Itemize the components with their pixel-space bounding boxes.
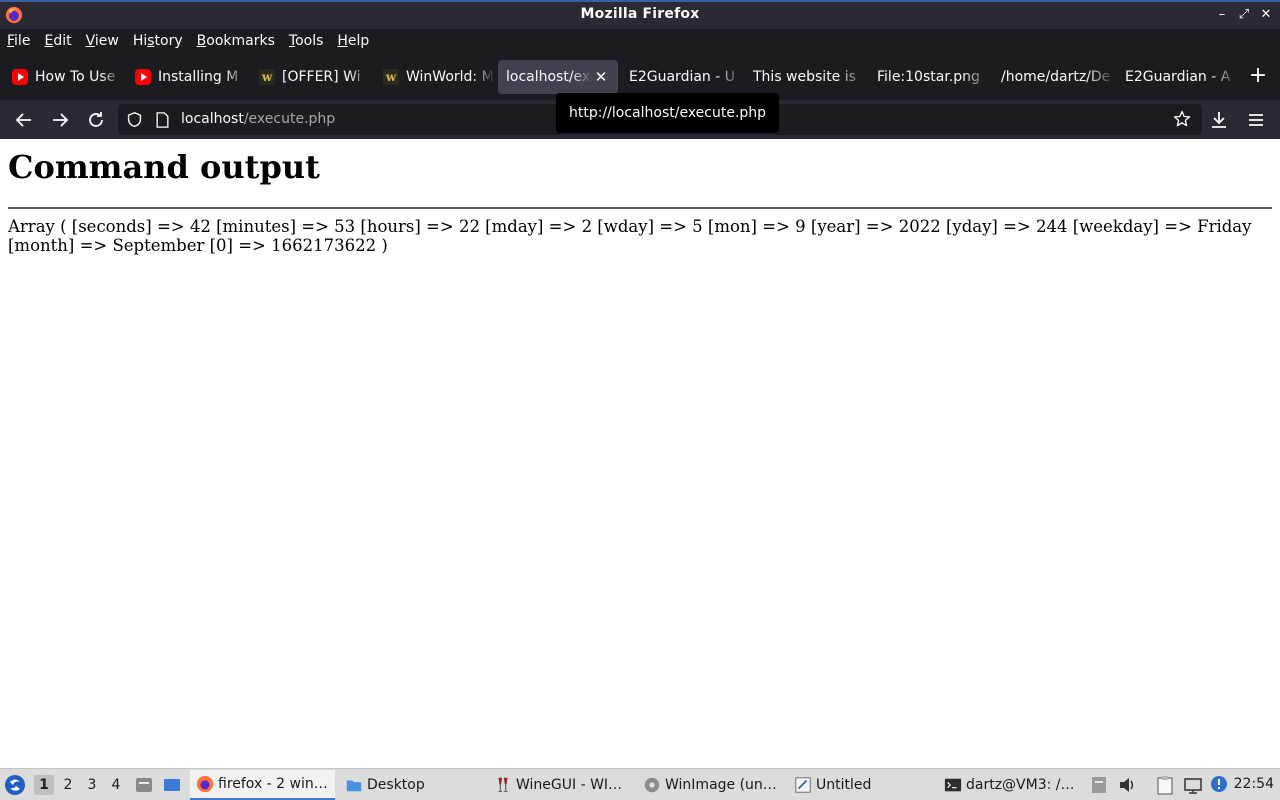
youtube-icon: [12, 69, 28, 85]
wine-icon: [498, 777, 508, 792]
menu-bookmarks[interactable]: Bookmarks: [190, 29, 282, 54]
task-label: firefox - 2 win…: [218, 776, 328, 792]
workspace-4[interactable]: 4: [106, 775, 126, 795]
winimage-icon: [644, 777, 660, 793]
winworld-icon: w: [383, 69, 399, 85]
tab-localhost-execute[interactable]: localhost/exe ✕: [498, 60, 618, 94]
task-winegui[interactable]: WineGUI - WI…: [488, 770, 633, 800]
workspace-1[interactable]: 1: [34, 775, 54, 795]
downloads-icon[interactable]: [1207, 108, 1231, 132]
winworld-icon: w: [259, 69, 275, 85]
tracking-protection-shield-icon[interactable]: [126, 111, 143, 128]
task-terminal[interactable]: dartz@VM3: /…: [938, 770, 1083, 800]
reload-icon[interactable]: [84, 108, 108, 132]
tab-installing[interactable]: Installing M: [125, 60, 247, 94]
task-label: WineGUI - WI…: [516, 777, 623, 793]
taskbar: 1 2 3 4 firefox - 2 win… Desktop WineGUI…: [0, 768, 1280, 800]
workspace-3[interactable]: 3: [82, 775, 102, 795]
show-desktop-icon[interactable]: [162, 775, 182, 795]
tab-this-website[interactable]: This website is: [745, 60, 867, 94]
minimize-button[interactable]: –: [1214, 6, 1230, 24]
task-winimage[interactable]: WinImage (un…: [637, 770, 782, 800]
start-menu-icon[interactable]: [4, 774, 26, 796]
page-content: Command output Array ( [seconds] => 42 […: [0, 139, 1280, 768]
menu-tools[interactable]: Tools: [282, 29, 331, 54]
notes-tray-icon[interactable]: [1091, 776, 1107, 794]
close-tab-icon[interactable]: ✕: [592, 68, 610, 86]
workspace-2[interactable]: 2: [58, 775, 78, 795]
back-icon[interactable]: [12, 108, 36, 132]
network-icon[interactable]: [1183, 775, 1203, 795]
task-untitled[interactable]: Untitled: [788, 770, 933, 800]
task-firefox[interactable]: firefox - 2 win…: [190, 770, 335, 800]
tab-offer[interactable]: w [OFFER] Wi: [249, 60, 371, 94]
tab-label: This website is: [753, 69, 856, 85]
restore-button[interactable]: ⤢: [1236, 6, 1252, 24]
new-tab-button[interactable]: +: [1246, 65, 1270, 89]
tab-label: File:10star.png: [877, 69, 980, 85]
clock[interactable]: 22:54: [1234, 776, 1274, 792]
tab-label: /home/dartz/De: [1001, 69, 1111, 85]
menu-view[interactable]: View: [79, 29, 126, 54]
window-titlebar: Mozilla Firefox – ⤢ ✕: [0, 0, 1280, 29]
tab-e2guardian-u[interactable]: E2Guardian - U: [621, 60, 743, 94]
forward-icon[interactable]: [48, 108, 72, 132]
tab-label: Installing M: [158, 69, 239, 85]
task-label: Untitled: [816, 777, 872, 793]
hamburger-menu-icon[interactable]: [1244, 108, 1268, 132]
firefox-icon: [196, 775, 214, 793]
file-manager-launcher-icon[interactable]: [134, 775, 154, 795]
task-label: WinImage (un…: [665, 777, 777, 793]
url-text[interactable]: localhost/execute.php: [181, 111, 335, 127]
tab-label: E2Guardian - U: [629, 69, 735, 85]
page-info-icon[interactable]: [156, 112, 169, 128]
update-notifier-icon[interactable]: [1210, 775, 1228, 793]
task-label: Desktop: [367, 777, 425, 793]
tab-label: localhost/exe: [506, 69, 592, 85]
command-output-text: Array ( [seconds] => 42 [minutes] => 53 …: [8, 217, 1252, 255]
tab-label: How To Use: [35, 69, 116, 85]
tab-file-10star[interactable]: File:10star.png: [869, 60, 991, 94]
task-label: dartz@VM3: /…: [966, 777, 1075, 793]
clipboard-icon[interactable]: [1156, 775, 1174, 795]
window-title: Mozilla Firefox: [580, 6, 700, 22]
tab-winworld[interactable]: w WinWorld: M: [373, 60, 495, 94]
menu-edit[interactable]: Edit: [37, 29, 78, 54]
page-heading: Command output: [8, 148, 320, 186]
menu-file[interactable]: File: [0, 29, 37, 54]
task-desktop[interactable]: Desktop: [339, 770, 484, 800]
tab-label: [OFFER] Wi: [282, 69, 361, 85]
tab-e2guardian-a[interactable]: E2Guardian - A: [1117, 60, 1239, 94]
horizontal-rule: [8, 207, 1272, 209]
folder-icon: [346, 780, 362, 792]
text-editor-icon: [795, 777, 811, 793]
volume-icon[interactable]: [1118, 776, 1136, 794]
youtube-icon: [135, 69, 151, 85]
menu-bar: File Edit View History Bookmarks Tools H…: [0, 29, 1280, 54]
tab-label: E2Guardian - A: [1125, 69, 1231, 85]
menu-history[interactable]: History: [126, 29, 190, 54]
bookmark-star-icon[interactable]: [1172, 109, 1192, 129]
tab-home-dartz[interactable]: /home/dartz/De: [993, 60, 1115, 94]
close-window-button[interactable]: ✕: [1258, 6, 1274, 24]
url-tooltip: http://localhost/execute.php: [556, 93, 780, 133]
tab-how-to-use[interactable]: How To Use: [2, 60, 123, 94]
tab-label: WinWorld: M: [406, 69, 494, 85]
terminal-icon: [944, 778, 962, 792]
menu-help[interactable]: Help: [330, 29, 376, 54]
